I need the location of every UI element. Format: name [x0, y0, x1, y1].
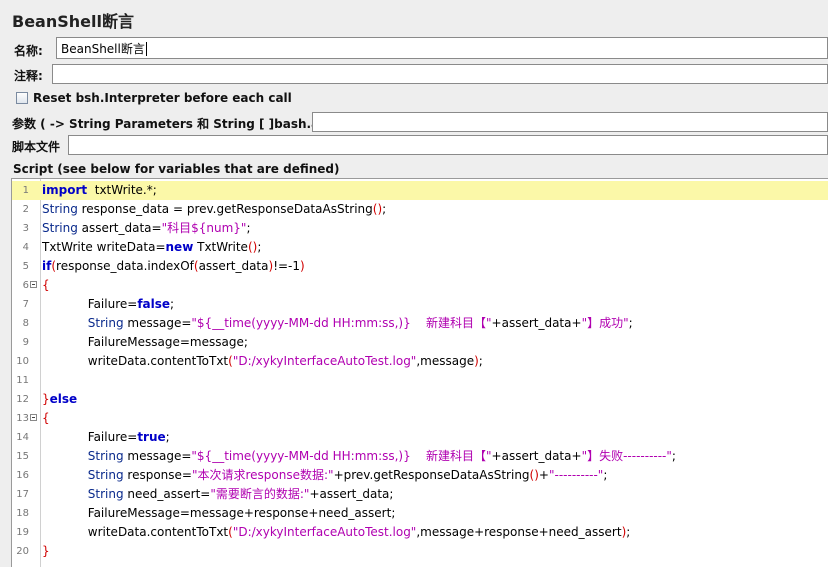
code-text: FailureMessage=message+response+need_ass… [42, 506, 396, 520]
line-number: 6 [22, 280, 29, 291]
line-number: 1 [22, 185, 29, 196]
script-section-label: Script (see below for variables that are… [13, 162, 340, 176]
name-label: 名称: [14, 44, 43, 58]
line-number: 17 [16, 489, 29, 500]
code-line[interactable]: 16 String response="本次请求response数据:"+pre… [12, 466, 828, 485]
code-text: TxtWrite writeData=new TxtWrite(); [42, 240, 262, 254]
collapse-fold-icon[interactable] [30, 414, 37, 421]
code-text: String response="本次请求response数据:"+prev.g… [42, 468, 608, 482]
code-line[interactable]: 20} [12, 542, 828, 561]
code-text: } [42, 544, 50, 558]
code-line[interactable]: 11 [12, 371, 828, 390]
code-line[interactable]: 7 Failure=false; [12, 295, 828, 314]
line-number: 19 [16, 527, 29, 538]
code-text: String assert_data="科目${num}"; [42, 221, 251, 235]
code-text: { [42, 411, 50, 425]
code-text: String response_data = prev.getResponseD… [42, 202, 387, 216]
code-text: import txtWrite.*; [42, 183, 157, 197]
page-title: BeanShell断言 [12, 12, 134, 31]
code-line[interactable]: 14 Failure=true; [12, 428, 828, 447]
name-field[interactable]: BeanShell断言 [56, 37, 828, 59]
code-line[interactable]: 12 }else [12, 390, 828, 409]
code-text: }else [42, 392, 78, 406]
code-line[interactable]: 3 String assert_data="科目${num}"; [12, 219, 828, 238]
reset-interpreter-label: Reset bsh.Interpreter before each call [33, 91, 292, 105]
line-number: 15 [16, 451, 29, 462]
code-line[interactable]: 9 FailureMessage=message; [12, 333, 828, 352]
line-number: 2 [22, 204, 29, 215]
collapse-fold-icon[interactable] [30, 281, 37, 288]
code-text: String message="${__time(yyyy-MM-dd HH:m… [42, 449, 676, 463]
line-number: 9 [22, 337, 29, 348]
comment-field[interactable] [52, 64, 828, 84]
parameters-label: 参数 ( -> String Parameters 和 String [ ]ba… [12, 117, 347, 131]
line-number: 5 [22, 261, 29, 272]
code-line[interactable]: 8 String message="${__time(yyyy-MM-dd HH… [12, 314, 828, 333]
code-line[interactable]: 6{ [12, 276, 828, 295]
code-line[interactable]: 19 writeData.contentToTxt("D:/xykyInterf… [12, 523, 828, 542]
code-text: { [42, 278, 50, 292]
code-line[interactable]: 1 import txtWrite.*; [12, 181, 828, 200]
line-number: 11 [16, 375, 29, 386]
code-line[interactable]: 10 writeData.contentToTxt("D:/xykyInterf… [12, 352, 828, 371]
line-number: 20 [16, 546, 29, 557]
line-number: 16 [16, 470, 29, 481]
code-line[interactable]: 5 if(response_data.indexOf(assert_data)!=… [12, 257, 828, 276]
code-text: writeData.contentToTxt("D:/xykyInterface… [42, 354, 483, 368]
code-text: writeData.contentToTxt("D:/xykyInterface… [42, 525, 631, 539]
name-field-value: BeanShell断言 [61, 42, 145, 56]
line-number: 14 [16, 432, 29, 443]
line-number: 12 [16, 394, 29, 405]
code-text: String need_assert="需要断言的数据:"+assert_dat… [42, 487, 394, 501]
code-line[interactable]: 4 TxtWrite writeData=new TxtWrite(); [12, 238, 828, 257]
comment-label: 注释: [14, 69, 43, 83]
line-number: 13 [16, 413, 29, 424]
code-text: Failure=false; [42, 297, 175, 311]
script-file-label: 脚本文件 [12, 140, 61, 154]
reset-interpreter-checkbox[interactable] [16, 92, 28, 104]
code-line[interactable]: 17 String need_assert="需要断言的数据:"+assert_… [12, 485, 828, 504]
code-text: String message="${__time(yyyy-MM-dd HH:m… [42, 316, 633, 330]
code-text: if(response_data.indexOf(assert_data)!=-… [42, 259, 305, 273]
parameters-field[interactable] [312, 112, 828, 132]
code-line[interactable]: 18 FailureMessage=message+response+need_… [12, 504, 828, 523]
line-number: 18 [16, 508, 29, 519]
text-cursor [145, 42, 147, 56]
script-editor[interactable]: 1 import txtWrite.*; 2 String response_data… [11, 178, 828, 567]
line-number: 4 [22, 242, 29, 253]
code-line[interactable]: 2 String response_data = prev.getResponse… [12, 200, 828, 219]
code-line[interactable]: 15 String message="${__time(yyyy-MM-dd H… [12, 447, 828, 466]
code-text: Failure=true; [42, 430, 170, 444]
line-number: 7 [22, 299, 29, 310]
code-line[interactable]: 13 { [12, 409, 828, 428]
line-number: 10 [16, 356, 29, 367]
script-file-field[interactable] [68, 135, 828, 155]
line-number: 3 [22, 223, 29, 234]
code-text: FailureMessage=message; [42, 335, 248, 349]
line-number: 8 [22, 318, 29, 329]
